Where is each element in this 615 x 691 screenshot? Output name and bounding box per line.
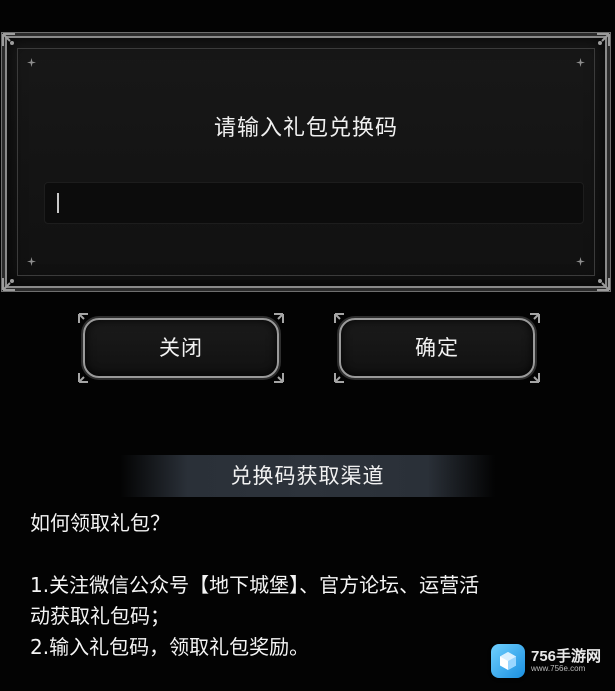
confirm-button[interactable]: 确定	[334, 313, 540, 383]
watermark-text: 756手游网 www.756e.com	[531, 649, 601, 673]
dialog-inner-frame	[17, 48, 595, 276]
ornate-corner-icon	[334, 313, 344, 323]
ornate-corner-icon	[78, 373, 88, 383]
close-button-label: 关闭	[159, 336, 203, 360]
text-caret	[57, 193, 59, 213]
ornate-corner-icon	[597, 33, 610, 46]
watermark: 756手游网 www.756e.com	[491, 637, 609, 685]
ornate-corner-icon	[530, 373, 540, 383]
screen: 请输入礼包兑换码 关闭 确定 兑换码获取渠道 如何领取礼包？ 1.关注微信公众号…	[0, 0, 615, 691]
watermark-name: 756手游网	[531, 647, 602, 665]
ornate-corner-icon	[2, 33, 15, 46]
ornate-corner-icon	[2, 278, 15, 291]
section-header: 兑换码获取渠道	[120, 455, 495, 497]
four-point-star-icon	[576, 58, 585, 67]
four-point-star-icon	[27, 257, 36, 266]
ornate-corner-icon	[597, 278, 610, 291]
info-step1-line1: 1.关注微信公众号【地下城堡】、官方论坛、运营活	[30, 573, 480, 597]
ornate-corner-icon	[78, 313, 88, 323]
four-point-star-icon	[27, 58, 36, 67]
ornate-corner-icon	[274, 373, 284, 383]
info-step1-line2: 动获取礼包码；	[30, 604, 170, 628]
ornate-corner-icon	[274, 313, 284, 323]
info-question: 如何领取礼包？	[30, 511, 170, 535]
ornate-corner-icon	[530, 313, 540, 323]
ornate-corner-icon	[334, 373, 344, 383]
redeem-code-dialog: 请输入礼包兑换码	[2, 33, 610, 291]
close-button[interactable]: 关闭	[78, 313, 284, 383]
gift-code-input[interactable]	[44, 182, 584, 224]
dialog-title: 请输入礼包兑换码	[213, 116, 398, 141]
confirm-button-label: 确定	[415, 336, 459, 360]
four-point-star-icon	[576, 257, 585, 266]
watermark-url: www.756e.com	[531, 663, 586, 673]
cube-logo-icon	[491, 644, 525, 678]
